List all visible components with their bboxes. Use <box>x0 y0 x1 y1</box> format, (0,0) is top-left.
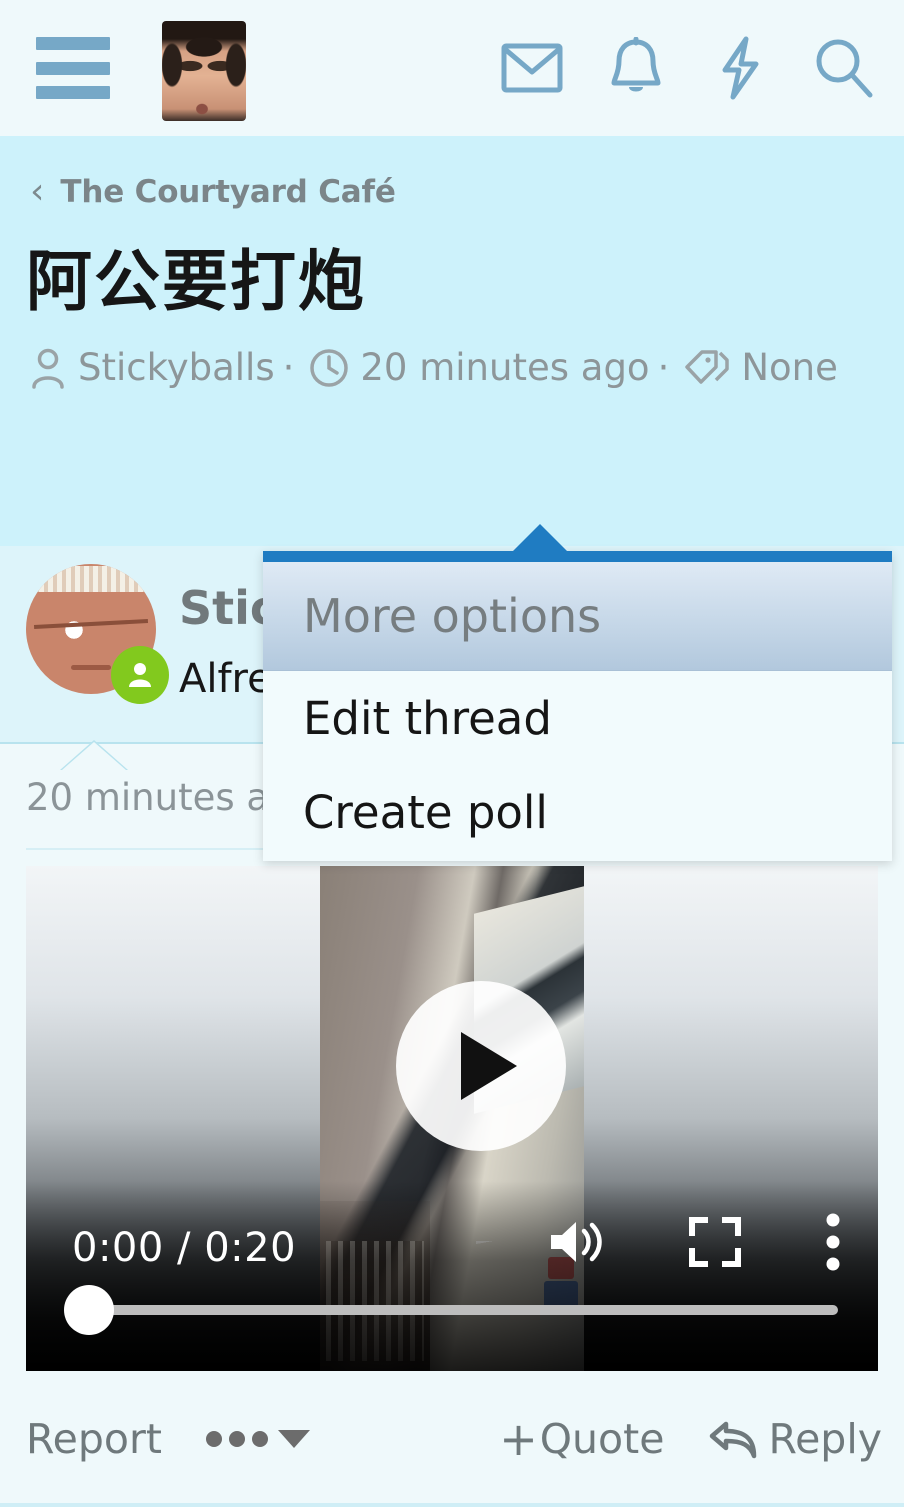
dropdown-pointer-arrow <box>512 524 568 552</box>
reply-label: Reply <box>768 1414 882 1463</box>
post-more-options-toggle[interactable] <box>205 1429 310 1448</box>
ellipsis-icon <box>205 1430 268 1447</box>
thread-meta: Stickyballs · 20 minutes ago · None <box>28 346 838 389</box>
chevron-down-icon <box>277 1429 310 1448</box>
avatar-hair <box>30 566 152 592</box>
fullscreen-icon[interactable] <box>688 1216 742 1268</box>
thread-timestamp: 20 minutes ago <box>360 346 650 389</box>
activity-bolt-icon[interactable] <box>706 32 774 104</box>
report-button[interactable]: Report <box>26 1415 162 1463</box>
play-triangle <box>461 1032 517 1100</box>
menu-item-edit-thread[interactable]: Edit thread <box>263 671 892 765</box>
meta-separator: · <box>657 346 670 389</box>
user-icon <box>28 347 68 389</box>
video-player[interactable]: 0:00 / 0:20 <box>26 866 878 1371</box>
hamburger-line <box>36 86 110 99</box>
hamburger-line <box>36 61 110 75</box>
video-scene-shelf-books <box>326 1241 424 1361</box>
play-button-icon[interactable] <box>396 981 566 1151</box>
hamburger-line <box>36 37 110 50</box>
reply-arrow-icon <box>706 1416 768 1462</box>
top-bar-icon-group <box>498 32 878 104</box>
video-progress-thumb[interactable] <box>64 1285 114 1335</box>
reply-button[interactable]: Reply <box>706 1415 882 1463</box>
quote-button[interactable]: + Quote <box>499 1412 664 1466</box>
volume-icon[interactable] <box>546 1216 606 1268</box>
menu-item-create-poll[interactable]: Create poll <box>263 765 892 859</box>
forum-thread-page: ‹ The Courtyard Café 阿公要打炮 Stickyballs ·… <box>0 0 904 1507</box>
back-chevron-icon[interactable]: ‹ <box>30 174 44 210</box>
tag-icon <box>683 347 731 389</box>
messages-icon[interactable] <box>498 32 566 104</box>
plus-icon: + <box>499 1411 538 1466</box>
meta-separator: · <box>282 346 295 389</box>
quote-label: Quote <box>539 1414 665 1463</box>
hamburger-menu-icon[interactable] <box>36 37 110 99</box>
vertical-ellipsis-icon[interactable] <box>824 1213 842 1271</box>
more-options-dropdown: More options Edit thread Create poll <box>263 551 892 861</box>
online-status-badge <box>111 646 169 704</box>
page-title: 阿公要打炮 <box>26 243 366 320</box>
notifications-bell-icon[interactable] <box>602 32 670 104</box>
dropdown-header: More options <box>263 562 892 671</box>
avatar-glasses <box>33 619 149 629</box>
avatar-mouth <box>71 665 111 670</box>
divider <box>0 1503 904 1507</box>
thread-tags: None <box>741 346 838 389</box>
search-icon[interactable] <box>810 32 878 104</box>
post-actions: Report + Quote Reply <box>0 1370 904 1507</box>
breadcrumb[interactable]: ‹ The Courtyard Café <box>30 174 396 211</box>
avatar[interactable] <box>156 13 252 123</box>
top-navigation-bar <box>0 0 904 136</box>
video-controls-right <box>546 1213 842 1271</box>
post-actions-left: Report <box>26 1415 310 1463</box>
video-time-display: 0:00 / 0:20 <box>72 1225 297 1271</box>
thread-author: Stickyballs <box>78 346 275 389</box>
breadcrumb-forum-link[interactable]: The Courtyard Café <box>60 174 395 210</box>
post-actions-right: + Quote Reply <box>499 1412 882 1466</box>
avatar-photo <box>162 21 246 121</box>
video-progress-bar[interactable] <box>72 1305 838 1315</box>
clock-icon <box>308 347 350 389</box>
speech-arrow <box>62 742 126 770</box>
thread-header: ‹ The Courtyard Café 阿公要打炮 Stickyballs ·… <box>0 136 904 665</box>
